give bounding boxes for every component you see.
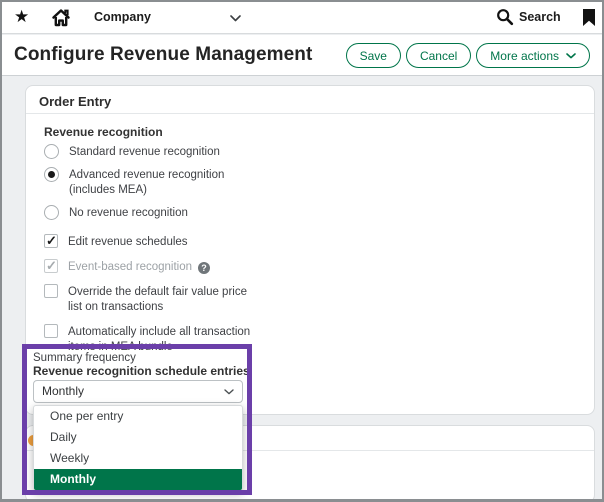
section-title: Order Entry (26, 86, 594, 114)
save-button[interactable]: Save (346, 43, 401, 68)
checkbox-label: Edit revenue schedules (68, 234, 188, 250)
checkbox-label-line1: Override the default fair value price (68, 286, 247, 298)
checkbox-icon[interactable] (44, 324, 58, 338)
radio-label-line2: (includes MEA) (69, 183, 224, 198)
radio-icon[interactable] (44, 205, 59, 220)
cancel-button[interactable]: Cancel (406, 43, 471, 68)
radio-selected-icon[interactable] (44, 167, 59, 182)
search-icon (496, 8, 514, 26)
app-window: ★ Company Search Configure Revenue Manag… (0, 0, 604, 502)
checkbox-label: Automatically include all transaction it… (68, 324, 250, 355)
checkbox-icon[interactable] (44, 284, 58, 298)
company-menu[interactable]: Company (94, 10, 151, 24)
action-buttons: Save Cancel More actions (346, 43, 590, 68)
schedule-entries-label: Revenue recognition schedule entries (33, 364, 250, 378)
radio-advanced-revenue-recognition[interactable]: Advanced revenue recognition (includes M… (44, 167, 584, 198)
bookmark-icon[interactable] (582, 9, 596, 27)
more-actions-button[interactable]: More actions (476, 43, 590, 68)
top-navigation-bar: ★ Company Search (2, 2, 602, 34)
page-header: Configure Revenue Management Save Cancel… (2, 35, 602, 76)
chevron-down-icon[interactable] (230, 15, 241, 22)
dropdown-option-weekly[interactable]: Weekly (34, 448, 242, 469)
chevron-down-icon (224, 389, 234, 395)
checkbox-checked-icon[interactable] (44, 234, 58, 248)
checkbox-override-fair-value-price-list[interactable]: Override the default fair value price li… (44, 284, 584, 315)
dropdown-option-monthly-selected[interactable]: Monthly (34, 469, 242, 490)
checkbox-label-text: Event-based recognition (68, 260, 192, 275)
radio-label: Advanced revenue recognition (includes M… (69, 167, 224, 198)
schedule-entries-select[interactable]: Monthly (33, 380, 243, 403)
checkbox-label: Override the default fair value price li… (68, 284, 247, 315)
checkbox-label-line2: list on transactions (68, 300, 247, 315)
checkbox-label: Event-based recognition ? (68, 259, 210, 275)
checkbox-label-line1: Automatically include all transaction (68, 326, 250, 338)
home-icon[interactable] (51, 8, 71, 27)
cancel-button-label: Cancel (420, 49, 457, 63)
save-button-label: Save (360, 49, 387, 63)
page-title: Configure Revenue Management (14, 44, 312, 66)
chevron-down-icon (566, 53, 576, 59)
radio-no-revenue-recognition[interactable]: No revenue recognition (44, 205, 584, 221)
revenue-recognition-label: Revenue recognition (44, 125, 584, 139)
checkbox-checked-disabled-icon (44, 259, 58, 273)
schedule-entries-dropdown: One per entry Daily Weekly Monthly (33, 405, 243, 491)
search-button[interactable]: Search (496, 8, 561, 26)
search-label: Search (519, 10, 561, 24)
radio-icon[interactable] (44, 144, 59, 159)
more-actions-label: More actions (490, 49, 559, 63)
dropdown-option-daily[interactable]: Daily (34, 427, 242, 448)
checkbox-auto-include-mea-bundle[interactable]: Automatically include all transaction it… (44, 324, 584, 355)
summary-frequency-label: Summary frequency (33, 352, 136, 364)
favorites-star-icon[interactable]: ★ (14, 7, 29, 27)
help-icon[interactable]: ? (198, 262, 210, 274)
checkbox-edit-revenue-schedules[interactable]: Edit revenue schedules (44, 234, 584, 250)
select-value: Monthly (34, 381, 242, 402)
radio-label: No revenue recognition (69, 205, 188, 221)
radio-label-line1: Advanced revenue recognition (69, 169, 224, 181)
dropdown-option-one-per-entry[interactable]: One per entry (34, 406, 242, 427)
radio-standard-revenue-recognition[interactable]: Standard revenue recognition (44, 144, 584, 160)
radio-label: Standard revenue recognition (69, 144, 220, 160)
checkbox-event-based-recognition: Event-based recognition ? (44, 259, 584, 275)
